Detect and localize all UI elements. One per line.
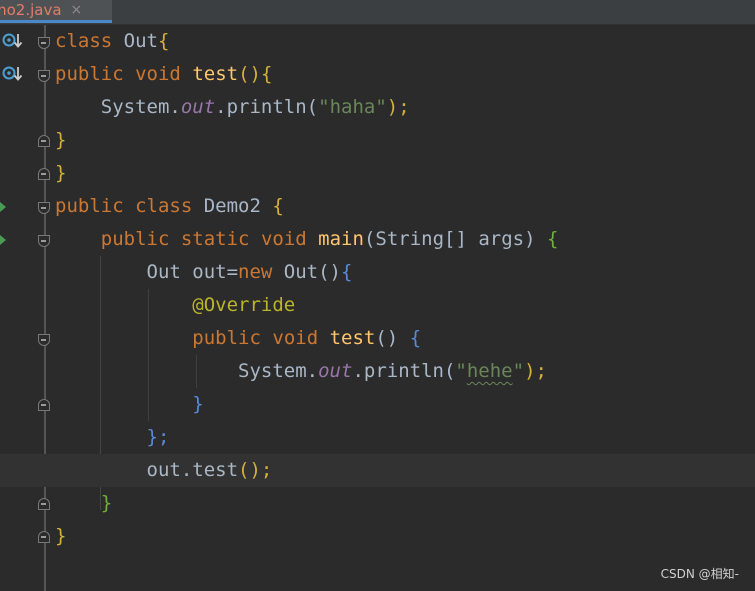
typo-underline: hehe	[466, 360, 513, 382]
code-line-15[interactable]: }	[0, 487, 755, 520]
code-line-10[interactable]: public void test() {	[0, 322, 755, 355]
code-line-2[interactable]: public void test(){	[0, 58, 755, 91]
tab-label: mo2.java	[0, 1, 62, 19]
code-line-13[interactable]: };	[0, 421, 755, 454]
code-line-5[interactable]: }	[0, 157, 755, 190]
code-line-11[interactable]: System.out.println("hehe");	[0, 355, 755, 388]
code-line-4[interactable]: }	[0, 124, 755, 157]
editor-tab-bar: mo2.java ×	[0, 0, 755, 25]
code-line-3[interactable]: System.out.println("haha");	[0, 91, 755, 124]
code-editor[interactable]: class Out{ public void test(){ System.ou…	[0, 25, 755, 591]
code-line-14-current[interactable]: out.test();	[0, 454, 755, 487]
close-icon[interactable]: ×	[71, 0, 83, 20]
code-line-7[interactable]: public static void main(String[] args) {	[0, 223, 755, 256]
code-line-9[interactable]: @Override	[0, 289, 755, 322]
code-line-12[interactable]: }	[0, 388, 755, 421]
code-line-6[interactable]: public class Demo2 {	[0, 190, 755, 223]
code-line-16[interactable]: }	[0, 520, 755, 553]
tab-demo2-java[interactable]: mo2.java ×	[0, 0, 112, 23]
watermark: CSDN @相知-	[660, 567, 739, 581]
code-line-1[interactable]: class Out{	[0, 25, 755, 58]
code-line-8[interactable]: Out out=new Out(){	[0, 256, 755, 289]
